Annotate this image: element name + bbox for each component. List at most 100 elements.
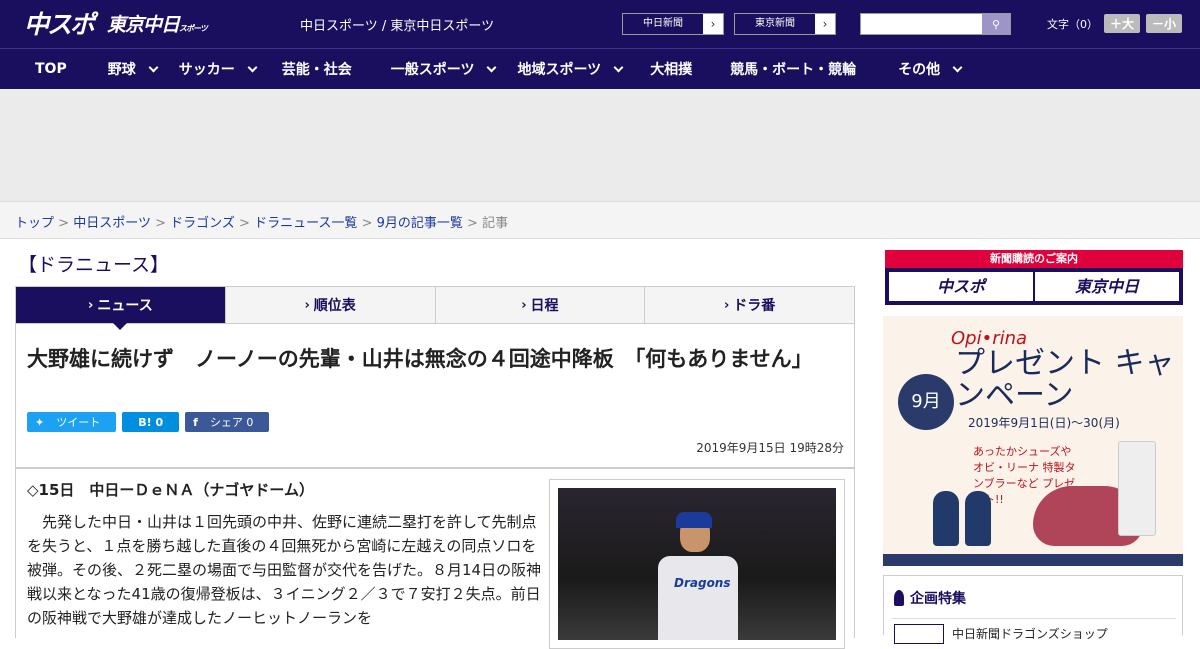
subscription-box: 新聞購読のご案内 中スポ 東京中日 bbox=[885, 250, 1183, 305]
ext-link-label: 東京新聞 bbox=[735, 14, 815, 34]
site-logo[interactable]: 中スポ 東京中日スポーツ bbox=[24, 6, 208, 40]
ext-link-label: 中日新聞 bbox=[623, 14, 703, 34]
font-size-control: 文字（0） ＋大 －小 bbox=[1047, 14, 1183, 33]
subscribe-chuspo-button[interactable]: 中スポ bbox=[889, 272, 1033, 301]
chevron-down-icon bbox=[487, 62, 497, 72]
search-icon[interactable]: ⚲ bbox=[982, 14, 1010, 34]
pin-icon bbox=[894, 590, 904, 606]
nav-item-soccer[interactable]: サッカー bbox=[178, 59, 258, 79]
nav-item-other[interactable]: その他 bbox=[898, 59, 963, 79]
chevron-down-icon bbox=[613, 62, 624, 72]
share-label: シェア 0 bbox=[209, 416, 254, 429]
nav-item-sumo[interactable]: 大相撲 bbox=[650, 59, 692, 79]
uniform: Dragons bbox=[658, 556, 738, 640]
cap bbox=[676, 512, 712, 528]
banner-dates: 2019年9月1日(日)〜30(月) bbox=[968, 416, 1120, 430]
nav-label: TOP bbox=[35, 61, 67, 77]
article-subhead: ◇15日 中日ーＤｅＮＡ（ナゴヤドーム） bbox=[27, 481, 314, 499]
site-header: 中スポ 東京中日スポーツ 中日スポーツ / 東京中日スポーツ 中日新聞 › 東京新… bbox=[0, 0, 1200, 48]
banner-month: 9月 bbox=[898, 374, 954, 430]
tab-schedule[interactable]: › 日程 bbox=[435, 287, 646, 323]
breadcrumb-separator: > bbox=[467, 216, 478, 231]
tab-dora-ban[interactable]: › ドラ番 bbox=[645, 287, 854, 323]
special-features: 企画特集 中日新聞ドラゴンズショップ bbox=[883, 575, 1183, 644]
article-photo[interactable]: Dragons bbox=[549, 479, 845, 649]
tab-label: ドラ番 bbox=[733, 298, 776, 314]
article-text: 先発した中日・山井は１回先頭の中井、佐野に連続二塁打を許して先制点を失うと、１点… bbox=[27, 513, 542, 627]
nav-item-entertainment[interactable]: 芸能・社会 bbox=[282, 59, 352, 79]
nav-label: その他 bbox=[898, 62, 941, 78]
special-title: 企画特集 bbox=[910, 591, 966, 607]
chevron-right-icon: › bbox=[710, 17, 716, 31]
chunichi-shimbun-link[interactable]: 中日新聞 › bbox=[622, 13, 724, 35]
logo-sub-small: スポーツ bbox=[179, 23, 208, 33]
pitcher-figure: Dragons bbox=[658, 512, 738, 640]
main-nav: TOP 野球 サッカー 芸能・社会 一般スポーツ 地域スポーツ 大相撲 競馬・ボ… bbox=[0, 48, 1200, 89]
article-title: 大野雄に続けず ノーノーの先輩・山井は無念の４回途中降板 「何もありません」 bbox=[27, 347, 813, 371]
breadcrumb-separator: > bbox=[155, 216, 166, 231]
subscribe-tokyo-button[interactable]: 東京中日 bbox=[1035, 272, 1179, 301]
search-box: ⚲ bbox=[860, 13, 1011, 35]
nav-label: 一般スポーツ bbox=[390, 62, 475, 78]
breadcrumb-separator: > bbox=[361, 216, 373, 231]
article-header: 大野雄に続けず ノーノーの先輩・山井は無念の４回途中降板 「何もありません」 ✦… bbox=[15, 324, 855, 468]
share-buttons: ✦ ツイート B! 0 f シェア 0 bbox=[27, 412, 270, 432]
tab-news[interactable]: › ニュース bbox=[16, 287, 226, 330]
chevron-right-icon: › bbox=[88, 297, 94, 313]
font-bigger-button[interactable]: ＋大 bbox=[1104, 14, 1141, 33]
nav-label: サッカー bbox=[178, 62, 235, 78]
breadcrumb-link[interactable]: 中日スポーツ bbox=[73, 216, 151, 231]
breadcrumb-link[interactable]: 9月の記事一覧 bbox=[377, 216, 463, 231]
tab-standings[interactable]: › 順位表 bbox=[225, 287, 436, 323]
banner-headline: プレゼント キャンペーン bbox=[955, 346, 1175, 413]
nav-item-top[interactable]: TOP bbox=[35, 61, 67, 77]
breadcrumb-link[interactable]: トップ bbox=[15, 216, 54, 231]
special-item[interactable]: 中日新聞ドラゴンズショップ bbox=[892, 618, 1176, 641]
hatena-bookmark-button[interactable]: B! 0 bbox=[122, 412, 180, 432]
rabbit-icon bbox=[933, 491, 959, 546]
nav-item-baseball[interactable]: 野球 bbox=[107, 59, 159, 79]
font-size-label: 文字（0） bbox=[1047, 17, 1098, 31]
opirina-ad-banner[interactable]: Opi•rina プレゼント キャンペーン 9月 2019年9月1日(日)〜30… bbox=[883, 316, 1183, 566]
nav-item-general-sports[interactable]: 一般スポーツ bbox=[390, 59, 497, 79]
nav-item-local-sports[interactable]: 地域スポーツ bbox=[517, 59, 624, 79]
logo-tokyo-chunichi: 東京中日スポーツ bbox=[107, 10, 208, 37]
article-date: 2019年9月15日 19時28分 bbox=[696, 441, 844, 455]
nav-item-racing[interactable]: 競馬・ボート・競輪 bbox=[730, 59, 856, 79]
nav-label: 地域スポーツ bbox=[517, 62, 602, 78]
article-body: ◇15日 中日ーＤｅＮＡ（ナゴヤドーム） 先発した中日・山井は１回先頭の中井、佐… bbox=[15, 468, 855, 649]
search-input[interactable] bbox=[861, 14, 982, 34]
photo-image: Dragons bbox=[558, 488, 836, 640]
twitter-icon: ✦ bbox=[35, 415, 45, 429]
font-smaller-button[interactable]: －小 bbox=[1146, 14, 1183, 33]
nav-label: 芸能・社会 bbox=[281, 62, 352, 78]
breadcrumb: トップ > 中日スポーツ > ドラゴンズ > ドラニュース一覧 > 9月の記事一… bbox=[0, 201, 1200, 239]
chevron-down-icon bbox=[148, 62, 159, 72]
tokyo-shimbun-link[interactable]: 東京新聞 › bbox=[734, 13, 836, 35]
chevron-right-icon: › bbox=[822, 17, 828, 31]
facebook-share-button[interactable]: f シェア 0 bbox=[185, 412, 270, 432]
nav-label: 野球 bbox=[107, 62, 136, 78]
breadcrumb-link[interactable]: ドラニュース一覧 bbox=[254, 216, 357, 231]
wave-decoration bbox=[883, 554, 1183, 566]
tumbler-image bbox=[1118, 441, 1156, 536]
chevron-right-icon: › bbox=[521, 297, 527, 313]
share-label: B! 0 bbox=[138, 415, 164, 429]
tab-label: ニュース bbox=[97, 298, 153, 314]
breadcrumb-separator: > bbox=[58, 216, 70, 231]
nav-label: 競馬・ボート・競輪 bbox=[730, 62, 857, 78]
tweet-button[interactable]: ✦ ツイート bbox=[27, 412, 117, 432]
jersey-text: Dragons bbox=[674, 576, 731, 590]
site-name: 中日スポーツ / 東京中日スポーツ bbox=[300, 19, 495, 34]
chevron-right-icon: › bbox=[304, 297, 310, 313]
special-header: 企画特集 bbox=[894, 588, 966, 608]
breadcrumb-separator: > bbox=[239, 216, 250, 231]
facebook-icon: f bbox=[193, 415, 198, 429]
breadcrumb-link[interactable]: ドラゴンズ bbox=[170, 216, 235, 231]
rabbit-icon bbox=[965, 491, 991, 546]
subscription-header: 新聞購読のご案内 bbox=[990, 252, 1078, 265]
chevron-down-icon bbox=[952, 62, 963, 72]
ad-banner-area bbox=[0, 89, 1200, 201]
logo-chuspo: 中スポ bbox=[24, 10, 95, 39]
tab-label: 日程 bbox=[530, 298, 559, 314]
